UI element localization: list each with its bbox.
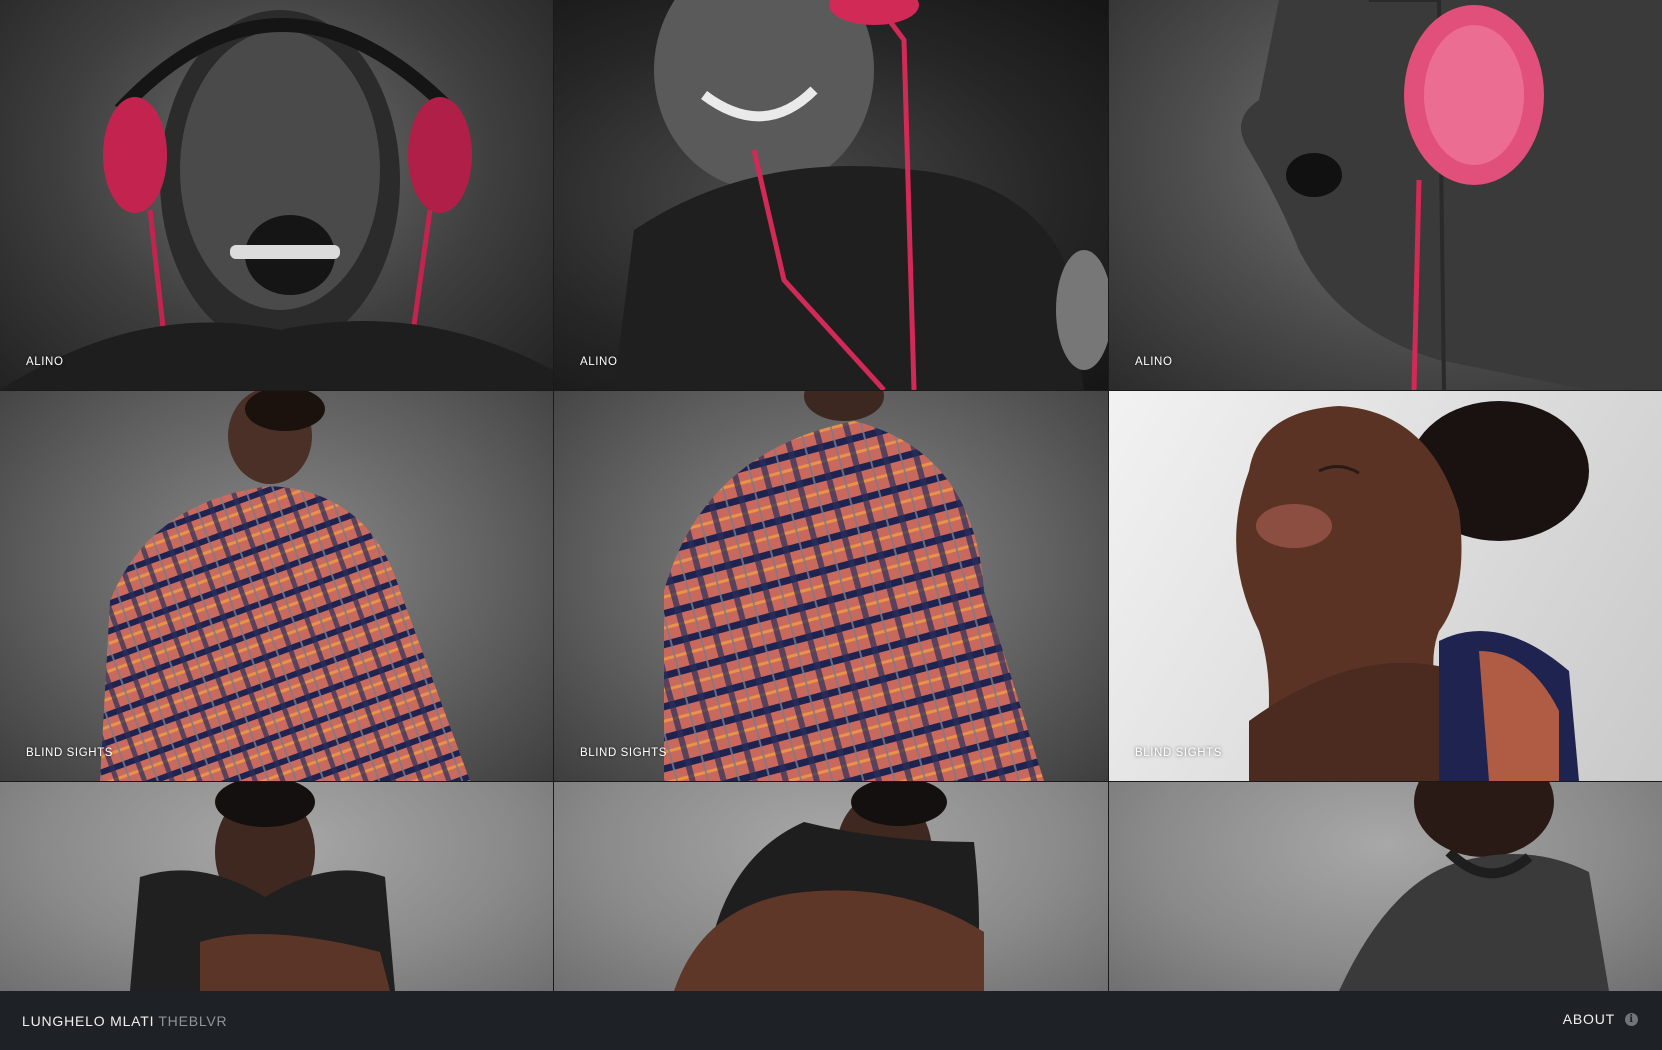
tile-caption: BLIND SIGHTS xyxy=(580,747,668,759)
site-brand[interactable]: LUNGHELO MLATI THEBLVR xyxy=(22,1013,227,1029)
gallery-tile-blind-sights-3[interactable]: BLIND SIGHTS xyxy=(1109,391,1662,781)
gallery-tile-alino-2[interactable]: ALINO xyxy=(554,0,1108,390)
photo-gallery-grid: ALINO ALINO ALINO BLIND SIGHTS BLIND SIG… xyxy=(0,0,1662,991)
photographer-name[interactable]: LUNGHELO MLATI xyxy=(22,1013,154,1029)
tile-caption: ALINO xyxy=(26,356,64,368)
photo-man-headphones-shouting xyxy=(0,10,553,390)
tile-caption: ALINO xyxy=(580,356,618,368)
info-icon[interactable]: i xyxy=(1625,1012,1638,1026)
site-footer-bar: LUNGHELO MLATI THEBLVR ABOUT i xyxy=(0,991,1662,1050)
photo-man-laughing-earphones xyxy=(614,0,1108,390)
photo-woman-plaid-blanket-closeup xyxy=(664,391,1044,781)
photo-man-profile-shouting xyxy=(1241,0,1662,390)
photo-woman-plaid-blanket xyxy=(100,391,470,781)
photo-man-torso-black-tee xyxy=(1339,782,1609,991)
photo-man-crouching-arms-crossed xyxy=(674,782,984,991)
gallery-tile-row3-2[interactable] xyxy=(554,782,1108,991)
gallery-tile-row3-3[interactable] xyxy=(1109,782,1662,991)
gallery-tile-alino-3[interactable]: ALINO xyxy=(1109,0,1662,390)
photo-woman-eyes-closed-profile xyxy=(1236,401,1589,781)
photo-man-arms-crossed xyxy=(130,782,395,991)
gallery-tile-blind-sights-2[interactable]: BLIND SIGHTS xyxy=(554,391,1108,781)
tile-caption: BLIND SIGHTS xyxy=(26,747,114,759)
brand-handle[interactable]: THEBLVR xyxy=(158,1013,227,1029)
gallery-tile-blind-sights-1[interactable]: BLIND SIGHTS xyxy=(0,391,553,781)
tile-caption: BLIND SIGHTS xyxy=(1135,747,1223,759)
about-link[interactable]: ABOUT i xyxy=(1563,1011,1638,1027)
gallery-tile-alino-1[interactable]: ALINO xyxy=(0,0,553,390)
about-label[interactable]: ABOUT xyxy=(1563,1011,1615,1027)
tile-caption: ALINO xyxy=(1135,356,1173,368)
gallery-tile-row3-1[interactable] xyxy=(0,782,553,991)
